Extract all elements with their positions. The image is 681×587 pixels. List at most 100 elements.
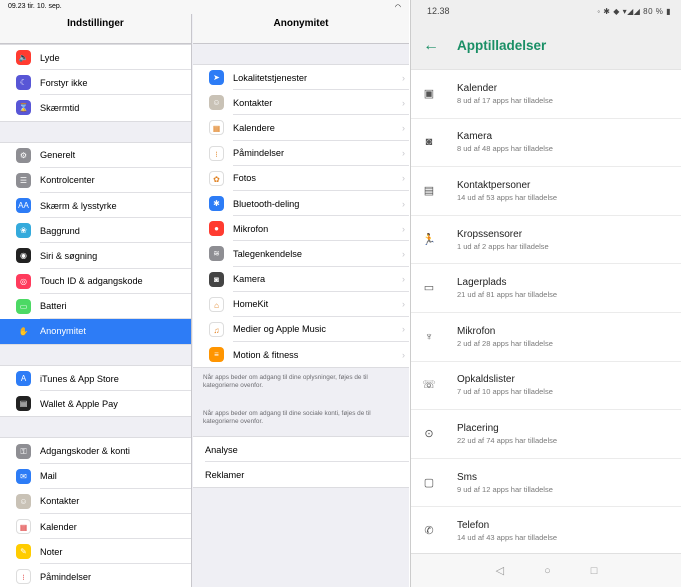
photos-icon: ✿: [209, 170, 224, 186]
permission-label: Kontaktpersoner: [457, 179, 531, 191]
sound-icon: 🔈: [16, 50, 31, 66]
nav-back-icon[interactable]: ◁: [496, 564, 504, 577]
settings-item-pa-mindelser[interactable]: ⁝ Påmindelser: [0, 564, 191, 587]
settings-item-noter[interactable]: ✎ Noter: [0, 539, 191, 565]
privacy-item-motion-fitness[interactable]: ≡ Motion & fitness ›: [193, 342, 409, 367]
settings-group: ⚙ Generelt ☰ Kontrolcenter AA Skærm & lysstyr…: [0, 141, 191, 346]
privacy-item-homekit[interactable]: ⌂ HomeKit ›: [193, 292, 409, 318]
settings-item-baggrund[interactable]: ❀ Baggrund: [0, 218, 191, 244]
reminders-icon: ⁝: [209, 145, 224, 161]
settings-item-generelt[interactable]: ⚙ Generelt: [0, 143, 191, 168]
settings-item-sk-rm-lysstyrke[interactable]: AA Skærm & lysstyrke: [0, 193, 191, 219]
status-time: 09.23: [8, 3, 26, 10]
privacy-item-mikrofon[interactable]: ● Mikrofon ›: [193, 216, 409, 242]
privacy-item-bluetooth-deling[interactable]: ✱ Bluetooth-deling ›: [193, 191, 409, 217]
privacy-item-label: Medier og Apple Music: [233, 324, 326, 335]
permission-item-placering[interactable]: ⊙ Placering 22 ud af 74 apps har tilladels…: [411, 410, 681, 459]
permission-item-lagerplads[interactable]: ▭ Lagerplads 21 ud af 81 apps har tilladel…: [411, 264, 681, 313]
android-status-bar: 12.38 ◦ ✱ ◆ ▾◢◢ 80 % ▮: [411, 0, 681, 22]
settings-item-anonymitet[interactable]: ✋ Anonymitet: [0, 318, 191, 345]
chevron-right-icon: ›: [402, 97, 405, 108]
permission-text: Lagerplads 21 ud af 81 apps har tilladels…: [457, 277, 557, 299]
permission-item-kontaktpersoner[interactable]: ▤ Kontaktpersoner 14 ud af 53 apps har til…: [411, 167, 681, 216]
settings-item-label: Skærm & lysstyrke: [40, 200, 117, 211]
settings-item-label: Påmindelser: [40, 571, 92, 582]
contacts-icon: ▤: [423, 184, 435, 197]
settings-item-label: Generelt: [40, 150, 76, 161]
permission-item-telefon[interactable]: ✆ Telefon 14 ud af 43 apps har tilladelse: [411, 507, 681, 556]
location-icon: ➤: [209, 70, 224, 86]
settings-item-touch-id-adgangskode[interactable]: ◎ Touch ID & adgangskode: [0, 269, 191, 294]
settings-item-adgangskoder-konti[interactable]: ⚿ Adgangskoder & konti: [0, 438, 191, 464]
settings-item-label: Batteri: [40, 301, 67, 312]
camera-icon: ◙: [209, 271, 224, 287]
permission-label: Mikrofon: [457, 325, 496, 337]
microphone-icon: ♆: [424, 330, 434, 343]
settings-item-siri-s-gning[interactable]: ◉ Siri & søgning: [0, 243, 191, 269]
permission-item-mikrofon[interactable]: ♆ Mikrofon 2 ud af 28 apps har tilladelse: [411, 313, 681, 362]
privacy-item-talegenkendelse[interactable]: ≋ Talegenkendelse ›: [193, 241, 409, 267]
permission-item-sms[interactable]: ▢ Sms 9 ud af 12 apps har tilladelse: [411, 459, 681, 508]
permission-summary: 8 ud af 17 apps har tilladelse: [457, 95, 553, 105]
privacy-item-lokalitetstjenester[interactable]: ➤ Lokalitetstjenester ›: [193, 65, 409, 91]
android-nav-bar: ◁ ○ □: [411, 553, 681, 587]
nav-recents-icon[interactable]: □: [591, 565, 598, 577]
permission-summary: 9 ud af 12 apps har tilladelse: [457, 484, 553, 494]
permission-item-kalender[interactable]: ▣ Kalender 8 ud af 17 apps har tilladelse: [411, 70, 681, 119]
message-icon: ▢: [423, 476, 435, 489]
settings-item-kontrolcenter[interactable]: ☰ Kontrolcenter: [0, 168, 191, 194]
notes-icon: ✎: [16, 544, 31, 560]
chevron-right-icon: ›: [402, 72, 405, 83]
permission-item-opkaldslister[interactable]: ☏ Opkaldslister 7 ud af 10 apps har tillad…: [411, 362, 681, 411]
privacy-item-analyse[interactable]: Analyse: [193, 437, 409, 463]
settings-item-label: Wallet & Apple Pay: [40, 398, 118, 409]
chevron-right-icon: ›: [402, 349, 405, 360]
permission-text: Kalender 8 ud af 17 apps har tilladelse: [457, 83, 553, 105]
flower-icon: ❀: [16, 223, 31, 239]
privacy-item-fotos[interactable]: ✿ Fotos ›: [193, 166, 409, 192]
privacy-item-medier-og-apple-music[interactable]: ♫ Medier og Apple Music ›: [193, 317, 409, 343]
settings-group: AiTunes & App Store ▤ Wallet & Apple Pay: [0, 365, 191, 418]
settings-item-lyde[interactable]: 🔈 Lyde: [0, 45, 191, 71]
call-log-icon: ☏: [422, 379, 436, 392]
privacy-item-kalendere[interactable]: ▦ Kalendere ›: [193, 115, 409, 141]
settings-item-label: Anonymitet: [40, 326, 86, 337]
privacy-item-kontakter[interactable]: ☺ Kontakter ›: [193, 90, 409, 116]
permission-item-kamera[interactable]: ◙ Kamera 8 ud af 48 apps har tilladelse: [411, 119, 681, 168]
microphone-icon: ●: [209, 221, 224, 237]
nav-home-icon[interactable]: ○: [544, 565, 551, 577]
settings-item-label: Kontrolcenter: [40, 175, 95, 186]
settings-item-itunes-app-store[interactable]: AiTunes & App Store: [0, 366, 191, 392]
wallet-icon: ▤: [16, 396, 31, 412]
siri-icon: ◉: [16, 248, 31, 264]
settings-item-mail[interactable]: ✉ Mail: [0, 464, 191, 490]
chevron-right-icon: ›: [402, 223, 405, 234]
privacy-item-pa-mindelser[interactable]: ⁝ Påmindelser ›: [193, 141, 409, 166]
settings-item-sk-rmtid[interactable]: ⌛ Skærmtid: [0, 95, 191, 120]
privacy-item-label: Analyse: [205, 444, 238, 455]
settings-item-kalender[interactable]: ▦ Kalender: [0, 514, 191, 540]
permission-label: Kropssensorer: [457, 228, 523, 240]
permission-label: Lagerplads: [457, 277, 507, 289]
privacy-detail-pane: Anonymitet ➤ Lokalitetstjenester › ☺ Kontakt…: [193, 0, 409, 587]
settings-item-wallet-apple-pay[interactable]: ▤ Wallet & Apple Pay: [0, 391, 191, 416]
permission-item-kropssensorer[interactable]: 🏃 Kropssensorer 1 ud af 2 apps har tillade…: [411, 216, 681, 265]
folder-icon: ▭: [423, 282, 435, 295]
privacy-item-reklamer[interactable]: Reklamer: [193, 462, 409, 487]
permission-label: Kamera: [457, 131, 493, 143]
privacy-item-label: HomeKit: [233, 299, 269, 310]
settings-item-batteri[interactable]: ▭ Batteri: [0, 294, 191, 320]
settings-item-forstyr-ikke[interactable]: ☾ Forstyr ikke: [0, 70, 191, 96]
back-arrow-icon[interactable]: ←: [423, 37, 453, 55]
permission-text: Placering 22 ud af 74 apps har tilladelse: [457, 423, 557, 445]
permission-list: ▣ Kalender 8 ud af 17 apps har tilladelse ◙…: [411, 70, 681, 556]
privacy-item-kamera[interactable]: ◙ Kamera ›: [193, 267, 409, 292]
app-bar: ← Apptilladelser: [411, 22, 681, 70]
waveform-icon: ≋: [209, 246, 224, 262]
permission-label: Opkaldslister: [457, 374, 515, 386]
privacy-item-label: Lokalitetstjenester: [233, 72, 308, 83]
privacy-item-label: Bluetooth-deling: [233, 198, 300, 209]
permission-label: Kalender: [457, 82, 498, 94]
settings-item-kontakter[interactable]: ☺ Kontakter: [0, 489, 191, 515]
music-icon: ♫: [209, 321, 224, 337]
